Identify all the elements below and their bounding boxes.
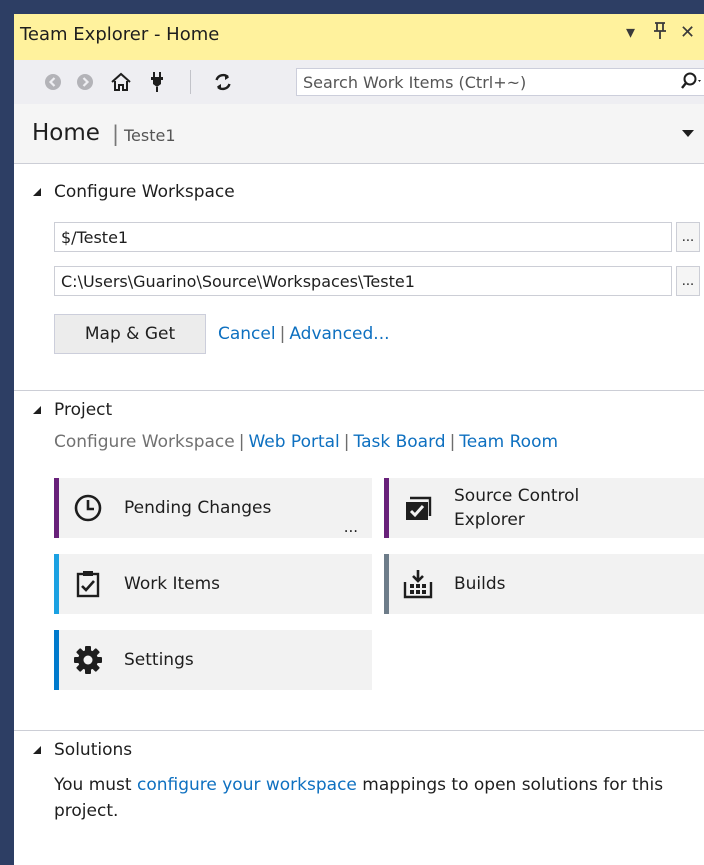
search-work-items-box[interactable] — [296, 68, 704, 96]
cancel-link[interactable]: Cancel — [218, 324, 276, 344]
pin-icon[interactable] — [652, 22, 668, 45]
section-title: Project — [54, 400, 113, 420]
tile-label-line2: Explorer — [454, 510, 525, 530]
section-title: Configure Workspace — [54, 182, 235, 202]
local-path-input[interactable] — [54, 266, 672, 296]
tile-label: Settings — [124, 650, 194, 670]
section-header-project[interactable]: Project — [32, 400, 112, 420]
tile-accent — [54, 478, 59, 538]
window-menu-dropdown-icon[interactable]: ▾ — [626, 22, 635, 43]
close-icon[interactable]: ✕ — [680, 22, 695, 43]
solutions-text-before: You must — [54, 775, 137, 795]
home-icon — [111, 72, 131, 91]
title-separator: | — [112, 122, 120, 146]
tile-pending-changes[interactable]: Pending Changes ... — [54, 478, 372, 538]
map-and-get-button[interactable]: Map & Get — [54, 314, 206, 354]
tile-accent — [54, 554, 59, 614]
collapse-triangle-icon — [33, 406, 41, 414]
clock-icon — [74, 494, 102, 522]
connect-button[interactable] — [144, 60, 170, 104]
link-separator: | — [449, 432, 456, 452]
section-title: Solutions — [54, 740, 133, 760]
server-path-input[interactable] — [54, 222, 672, 252]
builds-icon — [403, 570, 433, 599]
source-control-icon — [406, 496, 432, 520]
page-title: Home — [32, 120, 100, 146]
collapse-triangle-icon — [33, 746, 41, 754]
forward-button[interactable] — [72, 60, 98, 104]
tile-work-items[interactable]: Work Items — [54, 554, 372, 614]
refresh-button[interactable] — [208, 60, 238, 104]
section-divider — [14, 730, 704, 731]
team-explorer-panel: Team Explorer - Home ▾ ✕ Search Work Ite… — [14, 14, 704, 865]
tile-more-button[interactable]: ... — [344, 518, 358, 536]
home-header: Home | Teste1 — [14, 104, 704, 164]
plug-icon — [151, 72, 163, 92]
configure-workspace-link[interactable]: Configure Workspace — [54, 432, 235, 452]
toolbar-separator — [190, 70, 191, 94]
advanced-link[interactable]: Advanced... — [289, 324, 389, 344]
forward-icon — [77, 74, 93, 90]
tile-accent — [54, 630, 59, 690]
tile-label: Builds — [454, 574, 506, 594]
section-divider — [14, 390, 704, 391]
collapse-triangle-icon — [33, 188, 41, 196]
page-menu-dropdown-icon[interactable] — [682, 130, 694, 137]
link-separator: | — [279, 324, 286, 344]
tile-accent — [384, 554, 389, 614]
home-button[interactable] — [106, 60, 136, 104]
browse-local-path-button[interactable]: ... — [676, 266, 700, 296]
gear-icon — [74, 646, 102, 674]
workspace-actions: Cancel | Advanced... — [218, 324, 390, 344]
search-input[interactable] — [303, 71, 603, 93]
window-title: Team Explorer - Home — [20, 24, 220, 45]
section-header-solutions[interactable]: Solutions — [32, 740, 132, 760]
tile-label: Pending Changes — [124, 498, 272, 518]
link-separator: | — [238, 432, 245, 452]
tile-label-line1: Source Control — [454, 486, 580, 506]
back-button[interactable] — [40, 60, 66, 104]
tile-source-control-explorer[interactable]: Source Control Explorer — [384, 478, 704, 538]
toolbar — [14, 60, 704, 104]
tile-settings[interactable]: Settings — [54, 630, 372, 690]
web-portal-link[interactable]: Web Portal — [248, 432, 339, 452]
link-separator: | — [343, 432, 350, 452]
section-header-configure-workspace[interactable]: Configure Workspace — [32, 182, 235, 202]
back-icon — [45, 74, 61, 90]
tile-label: Work Items — [124, 574, 221, 594]
clipboard-check-icon — [76, 571, 100, 598]
task-board-link[interactable]: Task Board — [354, 432, 446, 452]
project-name: Teste1 — [124, 126, 176, 145]
title-bar: Team Explorer - Home ▾ ✕ — [14, 14, 704, 60]
browse-server-path-button[interactable]: ... — [676, 222, 700, 252]
refresh-icon — [215, 73, 231, 91]
search-icon[interactable] — [679, 71, 703, 97]
tile-accent — [384, 478, 389, 538]
team-room-link[interactable]: Team Room — [459, 432, 558, 452]
project-links: Configure Workspace | Web Portal | Task Boar… — [54, 432, 558, 452]
configure-workspace-mappings-link[interactable]: configure your workspace — [137, 775, 357, 795]
solutions-message: You must configure your workspace mappin… — [54, 772, 694, 824]
tile-builds[interactable]: Builds — [384, 554, 704, 614]
